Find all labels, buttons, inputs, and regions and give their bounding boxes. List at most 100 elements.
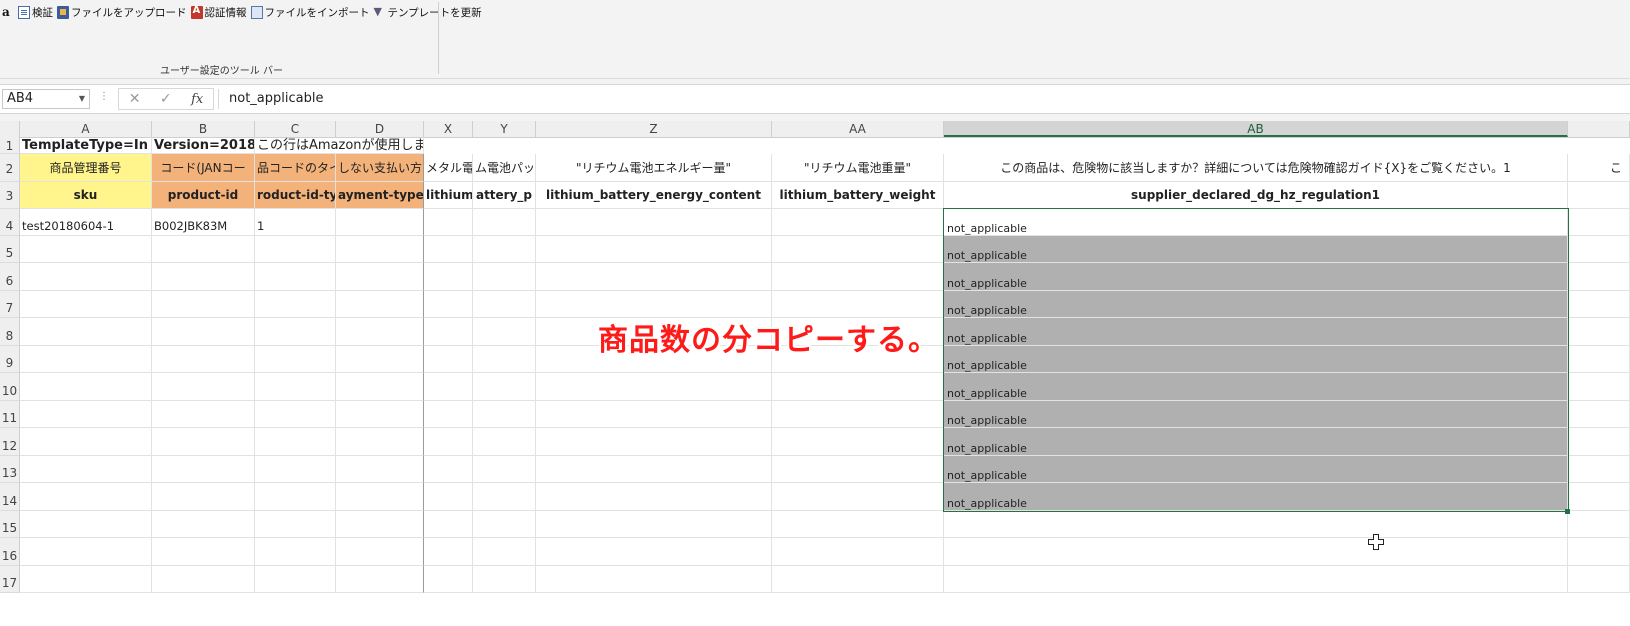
row-header[interactable]: 13	[0, 456, 20, 483]
cell-z3[interactable]: lithium_battery_energy_content	[536, 182, 772, 209]
col-header-z[interactable]: Z	[536, 121, 772, 137]
grid-cell[interactable]	[424, 511, 473, 538]
row-header[interactable]: 3	[0, 182, 20, 209]
row-header[interactable]: 17	[0, 566, 20, 593]
grid-cell[interactable]	[1568, 209, 1630, 236]
grid-cell[interactable]	[20, 318, 152, 346]
grid-cell[interactable]	[255, 428, 336, 456]
grid-cell[interactable]	[424, 456, 473, 483]
ab-value-cell[interactable]: not_applicable	[944, 291, 1568, 318]
grid-cell[interactable]	[772, 209, 944, 236]
grid-cell[interactable]	[20, 263, 152, 291]
row-header[interactable]: 8	[0, 318, 20, 346]
row-header[interactable]: 14	[0, 483, 20, 511]
grid-cell[interactable]	[536, 483, 772, 511]
grid-cell[interactable]	[473, 511, 536, 538]
cell-a4[interactable]: test20180604-1	[20, 209, 152, 236]
cell-ac3[interactable]	[1568, 182, 1630, 209]
grid-cell[interactable]	[473, 318, 536, 346]
grid-cell[interactable]	[424, 373, 473, 401]
grid-cell[interactable]	[20, 401, 152, 428]
grid-cell[interactable]	[536, 209, 772, 236]
grid-cell[interactable]	[424, 209, 473, 236]
grid-cell[interactable]	[772, 401, 944, 428]
grid-cell[interactable]	[152, 538, 255, 566]
grid-cell[interactable]	[336, 291, 424, 318]
ab-value-cell[interactable]: not_applicable	[944, 456, 1568, 483]
grid-cell[interactable]	[772, 236, 944, 263]
grid-cell[interactable]	[336, 483, 424, 511]
col-header-y[interactable]: Y	[473, 121, 536, 137]
grid-cell[interactable]	[20, 511, 152, 538]
enter-icon[interactable]: ✓	[160, 91, 172, 107]
grid-cell[interactable]	[424, 428, 473, 456]
cell-c1[interactable]: この行はAmazonが使用します	[255, 137, 424, 154]
cell-b2[interactable]: コード(JANコー	[152, 154, 255, 182]
grid-cell[interactable]	[255, 291, 336, 318]
grid-cell[interactable]	[336, 236, 424, 263]
cell-b4[interactable]: B002JBK83M	[152, 209, 255, 236]
grid-cell[interactable]	[255, 456, 336, 483]
grid-cell[interactable]	[536, 373, 772, 401]
update-template-button[interactable]: ▼ テンプレートを更新	[374, 5, 482, 20]
grid-cell[interactable]	[20, 566, 152, 593]
grid-cell[interactable]	[152, 566, 255, 593]
cell-a2[interactable]: 商品管理番号	[20, 154, 152, 182]
grid-cell[interactable]	[152, 373, 255, 401]
grid-cell[interactable]	[255, 401, 336, 428]
cell-ab3[interactable]: supplier_declared_dg_hz_regulation1	[944, 182, 1568, 209]
grid-cell[interactable]	[944, 566, 1568, 593]
grid-cell[interactable]	[1568, 538, 1630, 566]
col-header-ac[interactable]	[1568, 121, 1630, 137]
grid-cell[interactable]	[255, 511, 336, 538]
grid-cell[interactable]	[944, 511, 1568, 538]
grid-cell[interactable]	[536, 538, 772, 566]
grid-cell[interactable]	[152, 291, 255, 318]
grid-cell[interactable]	[255, 373, 336, 401]
grid-cell[interactable]	[1568, 373, 1630, 401]
grid-cell[interactable]	[424, 401, 473, 428]
grid-cell[interactable]	[536, 456, 772, 483]
grid-cell[interactable]	[1568, 428, 1630, 456]
grid-cell[interactable]	[536, 428, 772, 456]
grid-cell[interactable]	[1568, 456, 1630, 483]
grid-cell[interactable]	[336, 401, 424, 428]
row-header[interactable]: 4	[0, 209, 20, 236]
cell-c3[interactable]: roduct-id-typ	[255, 182, 336, 209]
grid-cell[interactable]	[20, 291, 152, 318]
grid-cell[interactable]	[473, 346, 536, 373]
grid-cell[interactable]	[1568, 346, 1630, 373]
grid-cell[interactable]	[152, 428, 255, 456]
grid-cell[interactable]	[473, 566, 536, 593]
grid-cell[interactable]	[152, 456, 255, 483]
grid-cell[interactable]	[255, 566, 336, 593]
grid-cell[interactable]	[473, 456, 536, 483]
col-header-aa[interactable]: AA	[772, 121, 944, 137]
grid-cell[interactable]	[424, 483, 473, 511]
grid-cell[interactable]	[536, 401, 772, 428]
row-header[interactable]: 2	[0, 154, 20, 182]
cell-c2[interactable]: 品コードのタイ	[255, 154, 336, 182]
grid-cell[interactable]	[772, 511, 944, 538]
grid-cell[interactable]	[255, 263, 336, 291]
grid-cell[interactable]	[772, 263, 944, 291]
grid-cell[interactable]	[536, 263, 772, 291]
grid-cell[interactable]	[20, 428, 152, 456]
row-header[interactable]: 15	[0, 511, 20, 538]
ab-value-cell[interactable]: not_applicable	[944, 373, 1568, 401]
grid-cell[interactable]	[424, 318, 473, 346]
grid-cell[interactable]	[424, 263, 473, 291]
grid-cell[interactable]	[772, 538, 944, 566]
cell-b1[interactable]: Version=2018	[152, 137, 255, 154]
grid-cell[interactable]	[336, 263, 424, 291]
grid-cell[interactable]	[772, 428, 944, 456]
grid-cell[interactable]	[20, 236, 152, 263]
ab-value-cell[interactable]: not_applicable	[944, 263, 1568, 291]
grid-cell[interactable]	[536, 236, 772, 263]
cell-b3[interactable]: product-id	[152, 182, 255, 209]
grid-cell[interactable]	[424, 346, 473, 373]
grid-cell[interactable]	[336, 209, 424, 236]
auth-info-button[interactable]: 認証情報	[190, 5, 247, 20]
row-header[interactable]: 12	[0, 428, 20, 456]
ab-value-cell[interactable]: not_applicable	[944, 346, 1568, 373]
